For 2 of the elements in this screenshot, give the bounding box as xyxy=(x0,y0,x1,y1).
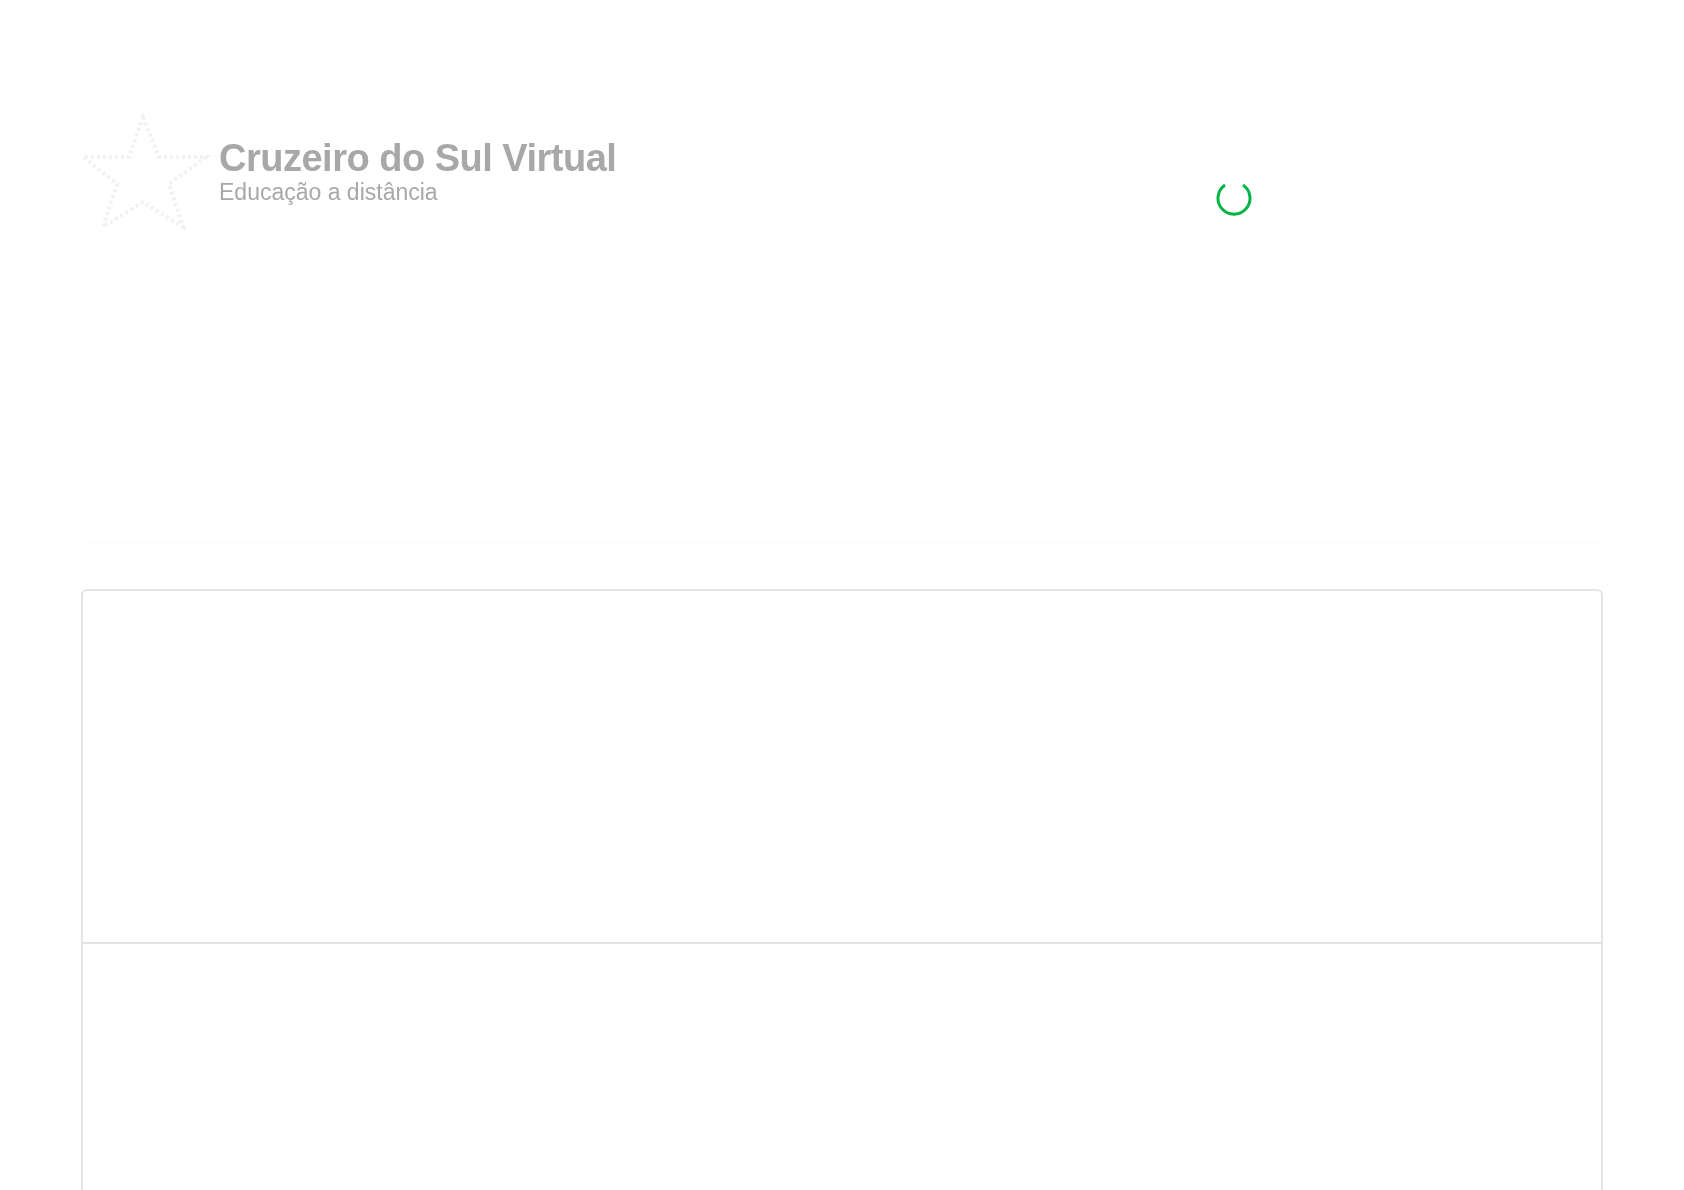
logo-title: Cruzeiro do Sul Virtual xyxy=(219,138,617,181)
logo-subtitle: Educação a distância xyxy=(219,180,439,206)
